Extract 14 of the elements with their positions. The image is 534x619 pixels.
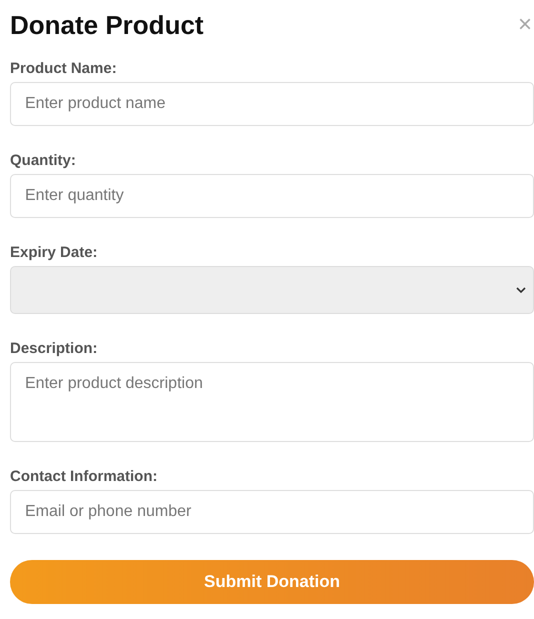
input-field[interactable]: Email or phone number: [10, 490, 534, 534]
description-field[interactable]: Enter product description: [10, 362, 534, 442]
input-field[interactable]: Enter quantity: [10, 174, 534, 218]
field-label: Product Name:: [10, 60, 118, 77]
chevron-icon: [515, 286, 527, 294]
submit-button[interactable]: Submit Donation: [10, 560, 534, 604]
close-button[interactable]: ×: [518, 13, 534, 37]
field-label: Quantity:: [10, 152, 77, 169]
field-label: Description:: [10, 340, 99, 357]
field-label: Expiry Date:: [10, 244, 99, 261]
field-label: Contact Information:: [10, 468, 158, 485]
date-select[interactable]: [10, 266, 534, 314]
input-field[interactable]: Enter product name: [10, 82, 534, 126]
dialog-title: Donate Product: [10, 10, 204, 40]
